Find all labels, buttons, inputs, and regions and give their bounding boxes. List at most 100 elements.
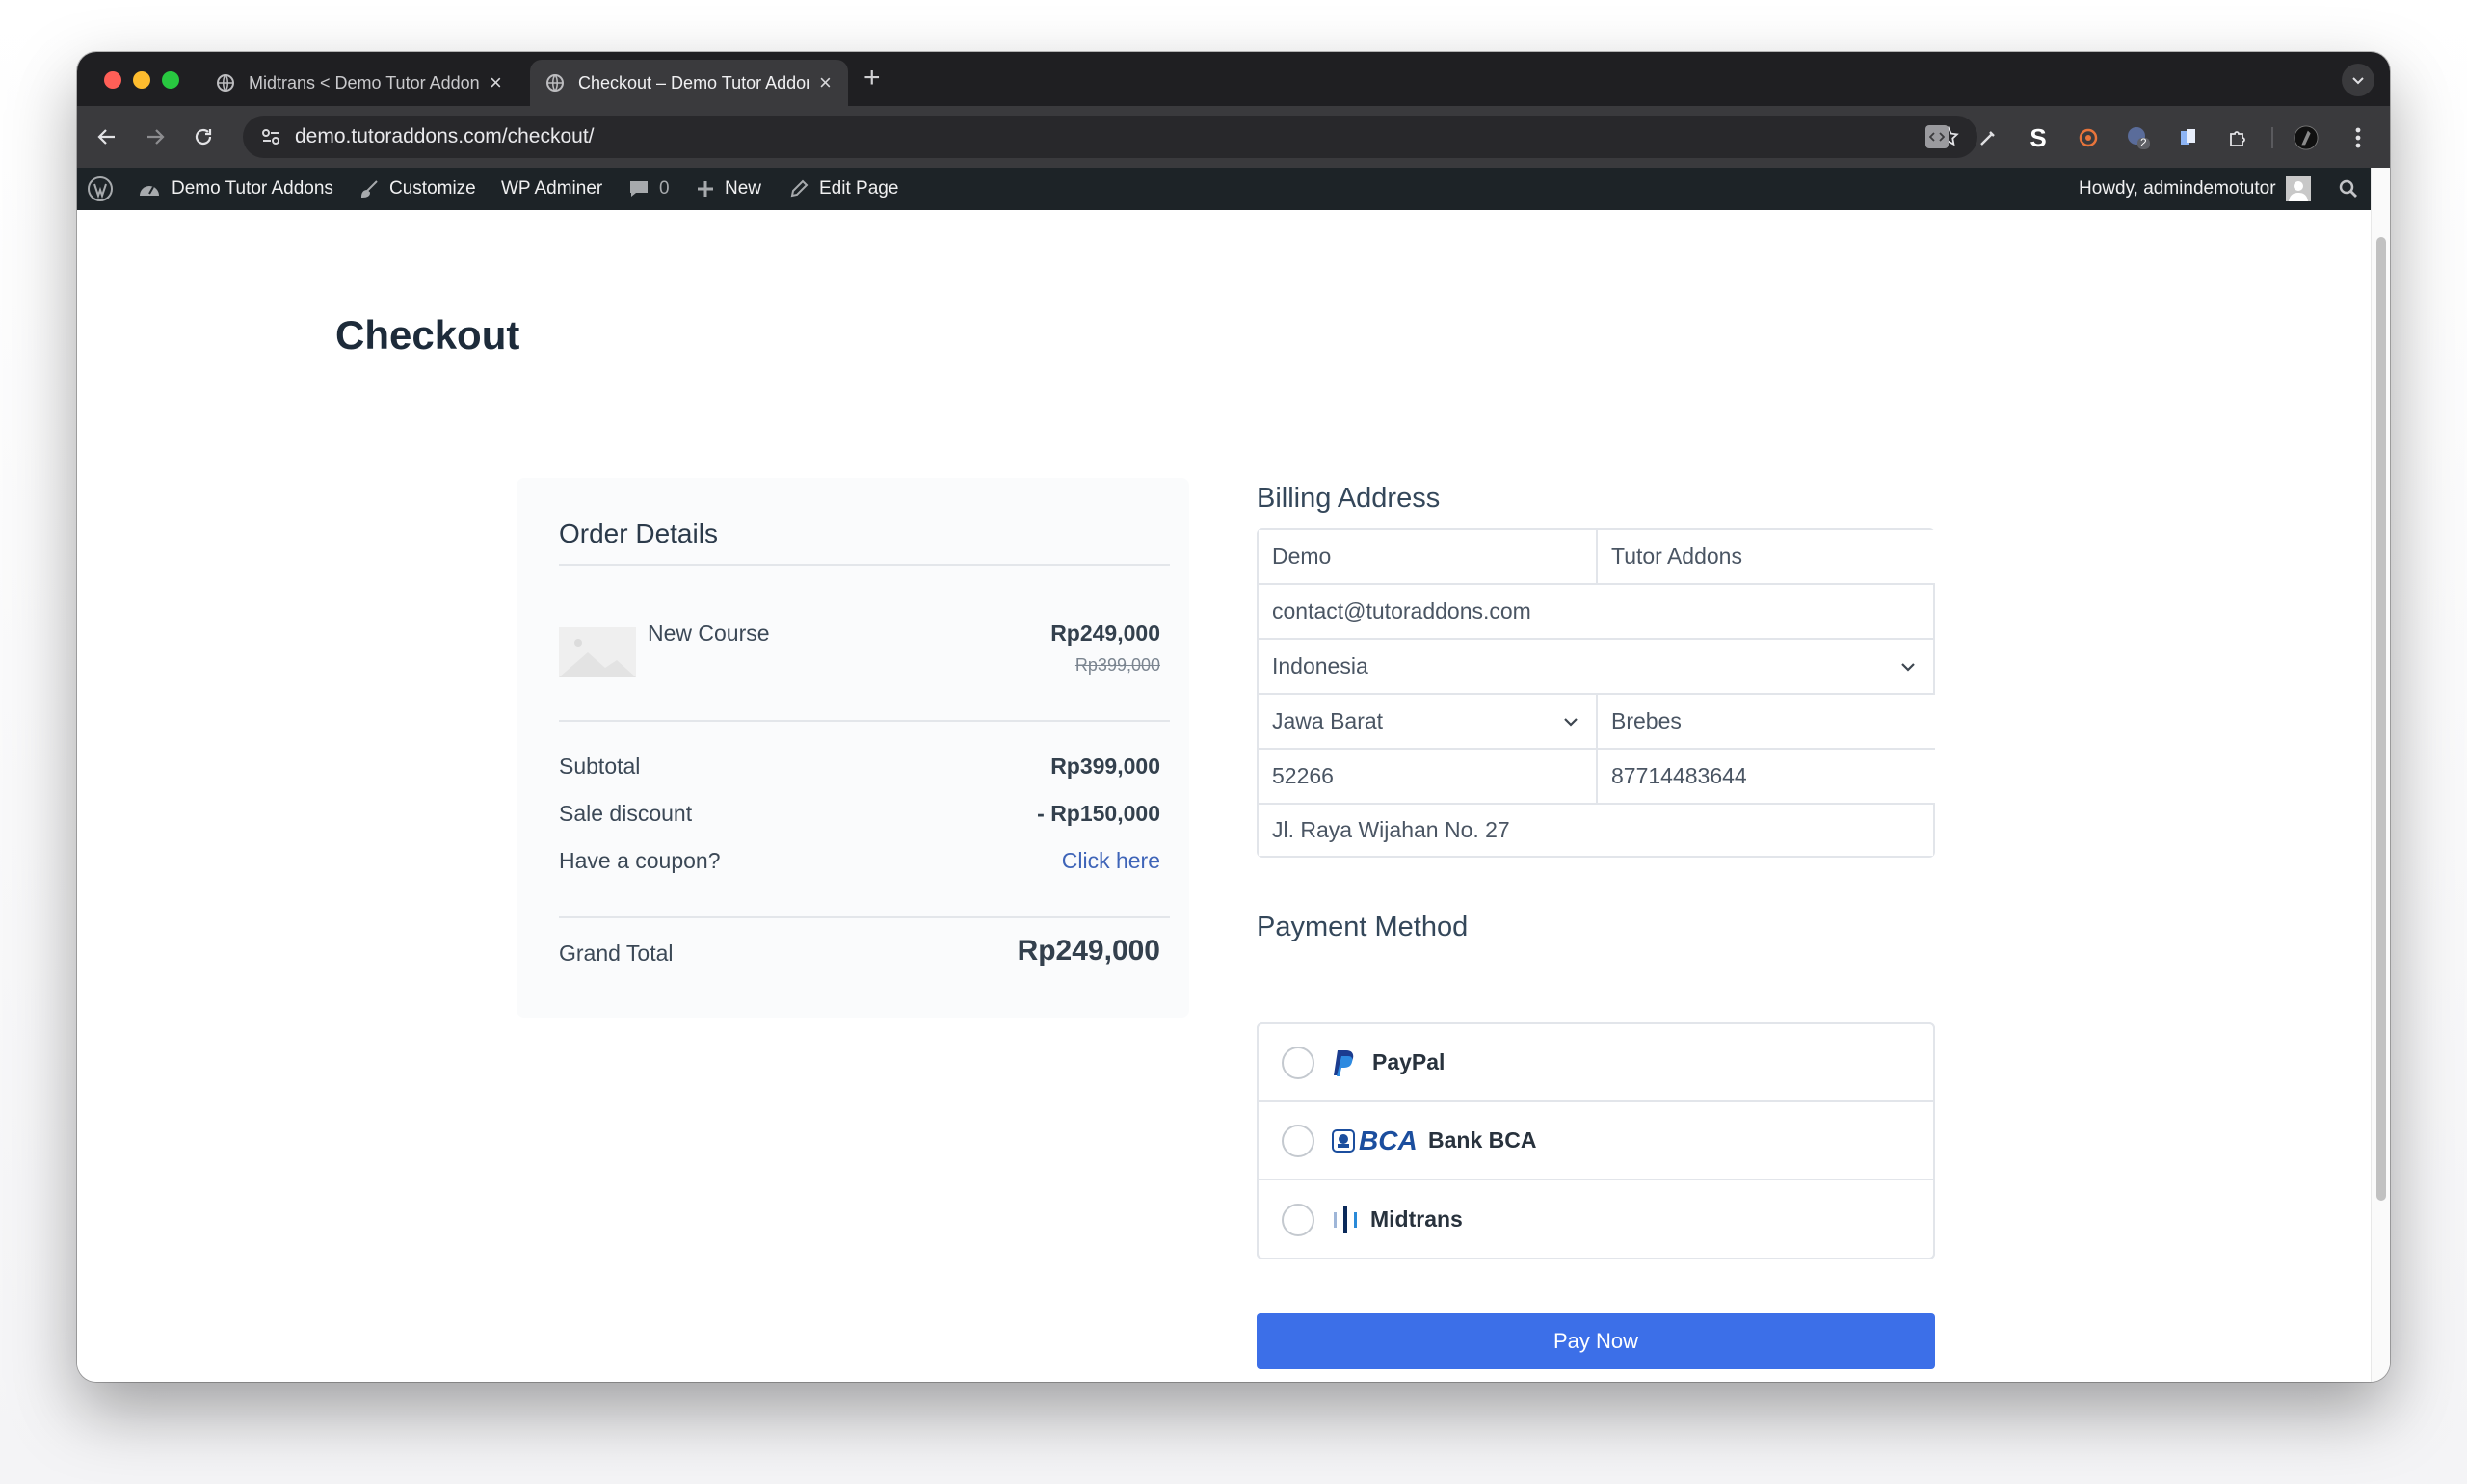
page-scrollbar[interactable] [2371, 168, 2390, 1382]
close-window-button[interactable] [104, 71, 121, 89]
scrollbar-thumb[interactable] [2376, 237, 2386, 1201]
minimize-window-button[interactable] [133, 71, 150, 89]
site-name-label: Demo Tutor Addons [172, 178, 333, 199]
back-button[interactable] [93, 122, 121, 151]
more-menu-icon[interactable] [2346, 125, 2371, 150]
orange-extension-icon[interactable] [2076, 125, 2101, 150]
course-thumbnail [559, 627, 636, 677]
close-tab-icon[interactable]: × [490, 72, 502, 93]
address-field[interactable]: Jl. Raya Wijahan No. 27 [1259, 805, 1933, 856]
tab-search-button[interactable] [2342, 64, 2374, 96]
payment-option-paypal[interactable]: PayPal [1259, 1024, 1933, 1102]
new-tab-button[interactable]: + [863, 64, 881, 93]
comments-count: 0 [659, 178, 670, 199]
new-label: New [725, 178, 762, 199]
chevron-down-icon [1901, 663, 1915, 672]
new-content-menu[interactable]: New [696, 168, 761, 210]
wordpress-logo-icon[interactable] [87, 168, 123, 210]
email-field[interactable]: contact@tutoraddons.com [1259, 585, 1933, 640]
discount-value: - Rp150,000 [1037, 801, 1160, 826]
bca-label: Bank BCA [1428, 1127, 1537, 1153]
coupon-label: Have a coupon? [559, 848, 721, 873]
admin-search-icon[interactable] [2338, 168, 2369, 210]
midtrans-label: Midtrans [1370, 1206, 1463, 1232]
document-extension-icon[interactable] [2176, 125, 2201, 150]
reload-icon [195, 128, 212, 146]
paintbrush-icon [360, 180, 378, 199]
image-placeholder-icon [559, 639, 636, 677]
bca-radio[interactable] [1282, 1124, 1314, 1157]
state-value: Jawa Barat [1272, 708, 1384, 733]
paypal-icon [1334, 1049, 1354, 1076]
dashboard-icon [140, 186, 159, 196]
pay-now-button[interactable]: Pay Now [1257, 1313, 1935, 1369]
chevron-down-icon [2352, 77, 2364, 85]
edit-page-link[interactable]: Edit Page [788, 168, 898, 210]
first-name-field[interactable]: Demo [1259, 530, 1596, 585]
chevron-down-icon [1564, 718, 1578, 727]
address-bar[interactable]: demo.tutoraddons.com/checkout/ [243, 116, 1977, 158]
user-avatar[interactable] [2294, 125, 2319, 150]
payment-option-bca[interactable]: BCA Bank BCA [1259, 1102, 1933, 1180]
toolbar-divider [2271, 127, 2273, 148]
site-settings-icon[interactable] [260, 126, 281, 147]
wp-adminer-link[interactable]: WP Adminer [501, 168, 602, 210]
phone-field[interactable]: 87714483644 [1598, 750, 1935, 805]
tab-checkout[interactable]: Checkout – Demo Tutor Addons × [530, 60, 848, 106]
divider [559, 916, 1170, 918]
extension-badge: 2 [2140, 136, 2147, 149]
last-name-field[interactable]: Tutor Addons [1598, 530, 1935, 585]
page-title: Checkout [335, 312, 520, 358]
customize-link[interactable]: Customize [358, 168, 476, 210]
subtotal-label: Subtotal [559, 754, 641, 779]
site-name-menu[interactable]: Demo Tutor Addons [137, 168, 333, 210]
postcode-field[interactable]: 52266 [1259, 750, 1596, 805]
maximize-window-button[interactable] [162, 71, 179, 89]
divider [559, 720, 1170, 722]
globe-icon [217, 74, 234, 92]
bca-logo: BCA [1332, 1126, 1418, 1156]
midtrans-radio[interactable] [1282, 1203, 1314, 1236]
plus-icon [698, 181, 713, 197]
my-account-menu[interactable]: Howdy, admindemotutor [2079, 168, 2311, 210]
close-tab-icon[interactable]: × [819, 72, 832, 93]
grand-total-value: Rp249,000 [1017, 935, 1160, 967]
puzzle-icon[interactable] [2226, 125, 2251, 150]
field-divider [1596, 695, 1598, 805]
course-price: Rp249,000 [1050, 621, 1160, 646]
coupon-link[interactable]: Click here [1062, 848, 1160, 874]
reload-button[interactable] [189, 122, 218, 151]
customize-label: Customize [389, 178, 476, 199]
browser-window: Midtrans < Demo Tutor Addons × Checkout … [77, 52, 2390, 1382]
pipette-extension-icon[interactable] [1976, 125, 2001, 150]
order-details-card: Order Details New Course Rp249,000 Rp399… [517, 478, 1189, 1018]
arrow-left-icon [97, 129, 115, 145]
code-extension-icon[interactable] [1925, 125, 1949, 148]
forward-button[interactable] [141, 122, 170, 151]
paypal-radio[interactable] [1282, 1046, 1314, 1079]
account-avatar-icon [2285, 176, 2311, 201]
s-extension-icon[interactable]: S [2026, 123, 2051, 152]
state-select[interactable]: Jawa Barat [1259, 695, 1596, 750]
payment-method-title: Payment Method [1257, 912, 1469, 942]
payment-method-list: PayPal BCA Bank BCA Midtrans [1257, 1022, 1935, 1259]
edit-page-label: Edit Page [819, 178, 899, 199]
course-name: New Course [648, 621, 770, 646]
paypal-label: PayPal [1372, 1049, 1446, 1074]
country-select[interactable]: Indonesia [1259, 640, 1933, 695]
profile-extension-icon[interactable]: 2 [2126, 125, 2151, 150]
comments-link[interactable]: 0 [628, 168, 670, 210]
payment-option-midtrans[interactable]: Midtrans [1259, 1180, 1933, 1259]
url-text: demo.tutoraddons.com/checkout/ [295, 125, 595, 147]
city-field[interactable]: Brebes [1598, 695, 1935, 750]
tab-title: Checkout – Demo Tutor Addons [578, 72, 809, 93]
grand-total-label: Grand Total [559, 941, 674, 966]
subtotal-value: Rp399,000 [1050, 754, 1160, 779]
page-content: Checkout Order Details New Course Rp249,… [77, 210, 2371, 1382]
divider [559, 564, 1170, 566]
billing-address-title: Billing Address [1257, 483, 1441, 514]
course-original-price: Rp399,000 [1074, 655, 1160, 675]
discount-label: Sale discount [559, 801, 693, 826]
country-value: Indonesia [1272, 653, 1368, 678]
howdy-label: Howdy, admindemotutor [2079, 178, 2276, 199]
